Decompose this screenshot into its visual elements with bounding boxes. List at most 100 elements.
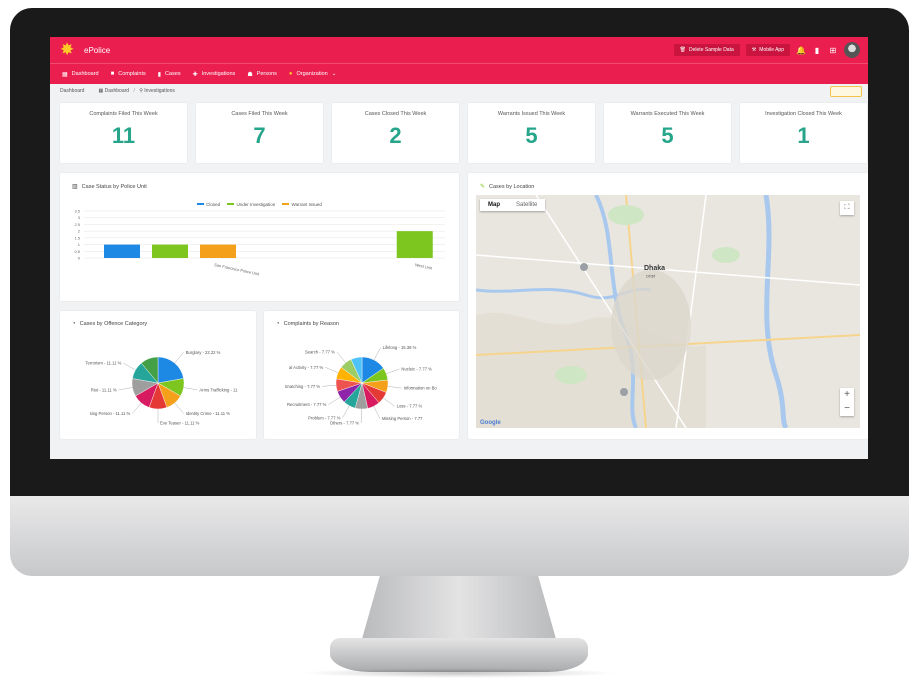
document-icon[interactable]: ▮ — [812, 46, 822, 55]
pie-label: Lifelong - 15.38 % — [383, 345, 417, 350]
pie-leader-line — [183, 387, 198, 391]
wrench-icon: ⚒ — [751, 47, 757, 53]
stat-card-warrants-executed[interactable]: Warrants Executed This Week 5 — [604, 103, 731, 163]
stat-value: 11 — [111, 123, 136, 148]
nav-label: Dashboard — [71, 71, 99, 77]
pie-leader-line — [386, 368, 400, 375]
nav-item-persons[interactable]: ☗ Persons — [247, 71, 277, 78]
map-tab-map[interactable]: Map — [480, 199, 508, 211]
chevron-down-icon: ⌄ — [331, 71, 337, 77]
x-tick-label: San Francisco Police Unit — [214, 262, 261, 277]
nav-item-dashboard[interactable]: ▦ Dashboard — [62, 71, 99, 78]
pie-leader-line — [342, 405, 350, 419]
y-tick-label: 2 — [78, 229, 81, 234]
map-type-tabs: Map Satellite — [480, 199, 546, 211]
stat-title: Warrants Executed This Week — [630, 111, 705, 117]
x-tick-label: West Unit — [415, 262, 434, 271]
pie-label: Arms Trafficking - 11 — [199, 387, 238, 392]
pie-leader-line — [174, 352, 184, 364]
grid-icon: ▦ — [62, 71, 68, 78]
wrench-icon: ⚲ — [139, 88, 143, 94]
header-action-button[interactable] — [829, 85, 862, 97]
org-icon: ● — [288, 71, 293, 77]
stat-title: Warrants Issued This Week — [497, 111, 566, 117]
apps-grid-icon[interactable]: ⊞ — [828, 46, 838, 55]
bell-icon[interactable]: 🔔 — [796, 46, 806, 55]
pie-label: sing Person - 11.11 % — [90, 411, 131, 416]
pie-label: Identity Crime - 11.11 % — [186, 411, 231, 416]
nav-label: Cases — [165, 71, 181, 77]
location-title: Cases by Location — [489, 183, 535, 190]
stat-card-cases-filed[interactable]: Cases Filed This Week 7 — [196, 103, 323, 163]
monitor-stand-base — [330, 638, 588, 672]
bar-closed[interactable] — [104, 244, 140, 258]
pie-leader-line — [383, 397, 395, 407]
offence-category-panel: ◔ Cases by Offence Category Burglary - 2… — [60, 311, 256, 439]
map-pin-icon: ✎ — [480, 184, 486, 190]
zoom-out-button[interactable]: − — [840, 402, 854, 416]
stat-value: 1 — [797, 123, 810, 148]
users-icon: ☗ — [247, 71, 253, 78]
bar-warrant-issued[interactable] — [200, 244, 236, 258]
map-tab-satellite[interactable]: Satellite — [508, 199, 545, 211]
nav-label: Organization — [296, 71, 328, 77]
map-canvas — [476, 195, 860, 428]
pie-label: Eve Teaser - 11.11 % — [160, 421, 200, 426]
map[interactable]: Map Satellite ⛶ Dhaka ঢাকা + − Google — [476, 195, 860, 428]
stat-card-complaints[interactable]: Complaints Filed This Week 11 — [60, 103, 187, 163]
pie-leader-line — [328, 396, 341, 405]
pie-leader-line — [325, 367, 339, 373]
grid-icon: ▦ — [98, 88, 104, 94]
nav-item-investigations[interactable]: ✚ Investigations — [193, 71, 236, 78]
complaints-reason-panel: ◔ Complaints by Reason Lifelong - 15.38 … — [264, 311, 459, 439]
stat-value: 2 — [389, 123, 402, 148]
breadcrumb-separator: / — [133, 88, 135, 94]
stat-card-investigation-closed[interactable]: Investigation Closed This Week 1 — [740, 103, 867, 163]
star-logo-icon[interactable]: ✸ — [60, 41, 78, 59]
y-tick-label: 1.5 — [74, 235, 80, 240]
pie-label: al Activity - 7.77 % — [289, 365, 323, 370]
delete-sample-data-button[interactable]: 🗑 Delete Sample Data — [673, 44, 740, 56]
offence-pie-chart: Burglary - 22.22 % Arms Trafficking - 11 I… — [85, 350, 238, 426]
pie-leader-line — [387, 386, 402, 389]
stand-shadow — [300, 668, 618, 678]
avatar[interactable] — [844, 42, 860, 58]
monitor-stand — [360, 576, 558, 646]
stat-card-warrants-issued[interactable]: Warrants Issued This Week 5 — [468, 103, 595, 163]
y-tick-label: 3.5 — [74, 209, 80, 214]
breadcrumb-item-investigations[interactable]: Investigations — [144, 88, 175, 94]
app-name[interactable]: ePolice — [84, 46, 110, 55]
pie-leader-line — [132, 402, 142, 414]
bar-under-investigation[interactable] — [152, 244, 188, 258]
zoom-in-button[interactable]: + — [840, 388, 854, 402]
pie-label: Loss - 7.77 % — [397, 404, 423, 409]
y-tick-label: 1 — [78, 242, 81, 247]
pie-label: Problem - 7.77 % — [308, 415, 341, 420]
bar-under-investigation[interactable] — [396, 231, 433, 258]
y-tick-label: 0 — [78, 256, 81, 261]
pie-leader-line — [373, 347, 381, 361]
delete-sample-label: Delete Sample Data — [689, 47, 734, 53]
page-title: Dashboard — [60, 88, 85, 94]
nav-item-complaints[interactable]: ■ Complaints — [111, 71, 146, 77]
pie-label: Missing Person - 7.77 — [382, 416, 423, 421]
fullscreen-icon[interactable]: ⛶ — [840, 201, 854, 215]
top-bar: ✸ ePolice 🗑 Delete Sample Data ⚒ Mobile … — [50, 37, 868, 63]
nav-item-organization[interactable]: ● Organization ⌄ — [289, 71, 336, 77]
stat-value: 5 — [661, 123, 674, 148]
nav-label: Investigations — [201, 71, 236, 77]
mobile-app-button[interactable]: ⚒ Mobile App — [745, 44, 790, 56]
pie-leader-line — [336, 351, 346, 363]
breadcrumb-item-dashboard[interactable]: Dashboard — [105, 88, 129, 94]
stat-value: 5 — [525, 123, 538, 148]
case-status-panel: ▥ Case Status by Police Unit Closed Unde… — [60, 173, 459, 301]
stat-title: Complaints Filed This Week — [89, 111, 158, 117]
stat-cards: Complaints Filed This Week 11 Cases File… — [60, 103, 868, 163]
panel-title: ✎ Cases by Location — [480, 183, 535, 191]
stat-card-cases-closed[interactable]: Cases Closed This Week 2 — [332, 103, 459, 163]
nav-item-cases[interactable]: ▮ Cases — [158, 71, 181, 78]
stat-title: Cases Closed This Week — [364, 111, 427, 117]
complaints-pie-chart: Lifelong - 15.38 % Nucleic - 7.77 % Inform… — [285, 345, 438, 425]
pie-leader-line — [123, 362, 136, 371]
y-tick-label: 3 — [78, 215, 81, 220]
